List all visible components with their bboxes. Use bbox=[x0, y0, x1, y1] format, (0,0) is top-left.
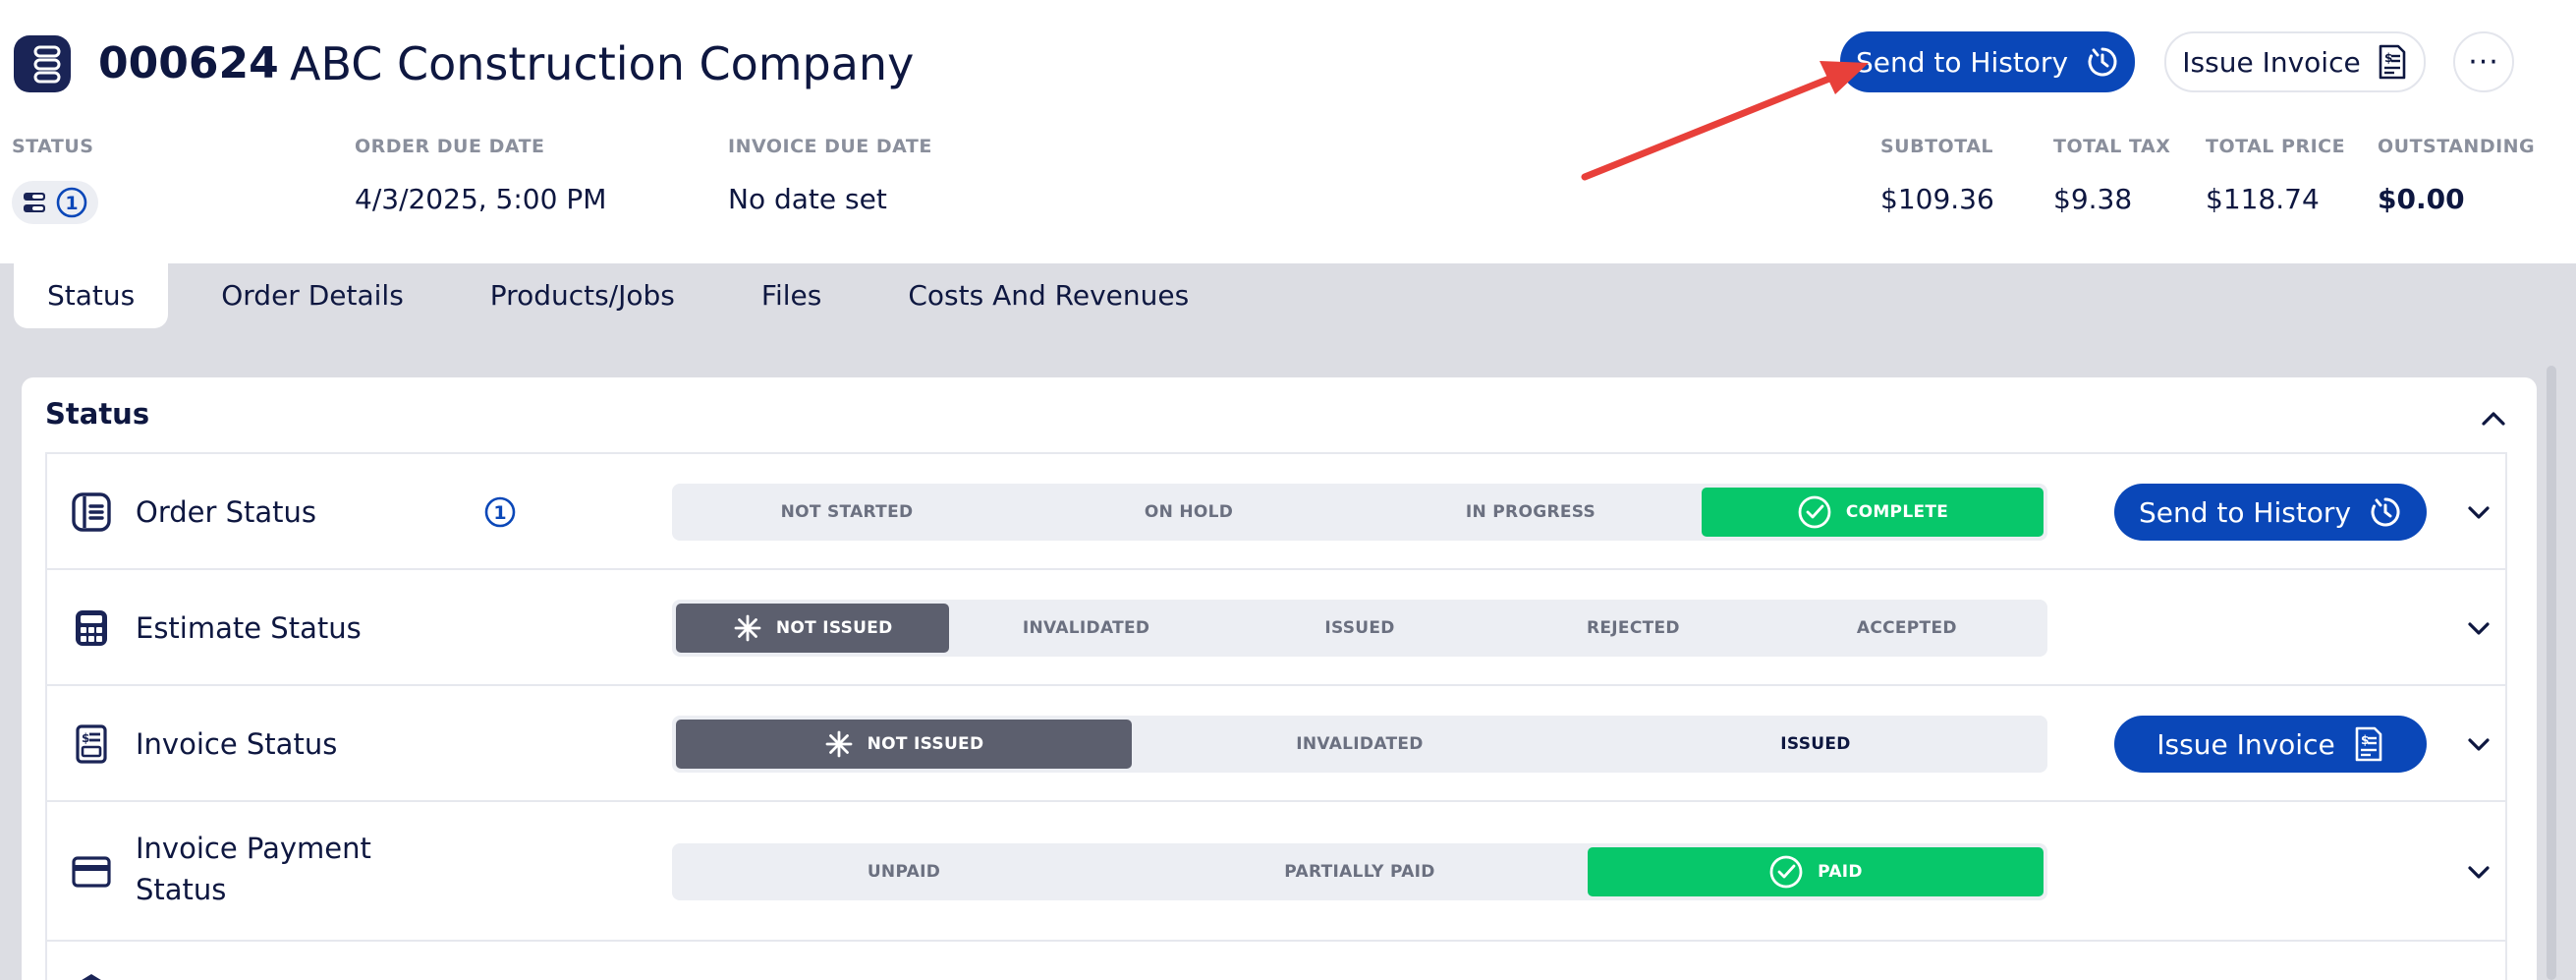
segment-rejected[interactable]: REJECTED bbox=[1496, 604, 1769, 653]
segment-not-issued[interactable]: NOT ISSUED bbox=[676, 720, 1132, 769]
chevron-down-icon[interactable] bbox=[2462, 611, 2495, 645]
segment-not-started[interactable]: NOT STARTED bbox=[676, 488, 1018, 537]
asterisk-icon bbox=[825, 730, 853, 758]
scrollbar[interactable] bbox=[2547, 366, 2556, 980]
segment-on-hold[interactable]: ON HOLD bbox=[1018, 488, 1360, 537]
chevron-down-icon[interactable] bbox=[2462, 727, 2495, 761]
svg-text:$: $ bbox=[2361, 733, 2369, 747]
calculator-icon bbox=[76, 610, 107, 646]
estimate-status-segmented-control: NOT ISSUED INVALIDATED ISSUED REJECTED A… bbox=[672, 600, 2047, 657]
invoice-payment-status-row: Invoice Payment Status UNPAID PARTIALLY … bbox=[45, 800, 2507, 940]
order-status-count-badge: 1 bbox=[484, 496, 516, 528]
tab-products-jobs[interactable]: Products/Jobs bbox=[457, 261, 708, 328]
segment-in-progress[interactable]: IN PROGRESS bbox=[1360, 488, 1702, 537]
status-card-title: Status bbox=[45, 397, 150, 431]
issue-invoice-row-button[interactable]: Issue Invoice $ bbox=[2114, 716, 2427, 773]
annotation-arrow bbox=[1581, 61, 1869, 181]
check-circle-icon bbox=[1798, 495, 1831, 529]
chevron-up-icon[interactable] bbox=[2476, 401, 2511, 436]
segment-complete[interactable]: COMPLETE bbox=[1702, 488, 2044, 537]
invoice-icon: $ bbox=[76, 724, 107, 764]
check-circle-icon bbox=[1769, 855, 1803, 889]
invoice-status-row: $ Invoice Status NOT ISSUED INVALIDATED … bbox=[45, 684, 2507, 800]
next-status-row bbox=[45, 940, 2507, 980]
invoice-status-title: Invoice Status bbox=[136, 727, 338, 761]
send-to-history-row-label: Send to History bbox=[2138, 495, 2352, 529]
issue-invoice-row-label: Issue Invoice bbox=[2156, 727, 2335, 761]
segment-not-issued[interactable]: NOT ISSUED bbox=[676, 604, 950, 653]
invoice-payment-status-title-line2: Status bbox=[136, 873, 227, 906]
tab-costs-and-revenues[interactable]: Costs And Revenues bbox=[874, 261, 1222, 328]
order-status-row: Order Status 1 NOT STARTED ON HOLD IN PR… bbox=[45, 452, 2507, 568]
svg-text:1: 1 bbox=[493, 502, 506, 524]
chevron-down-icon[interactable] bbox=[2462, 495, 2495, 529]
order-status-title: Order Status bbox=[136, 495, 317, 529]
invoice-payment-status-title-line1: Invoice Payment bbox=[136, 832, 371, 865]
segment-paid[interactable]: PAID bbox=[1588, 847, 2044, 896]
chevron-down-icon[interactable] bbox=[2462, 855, 2495, 889]
credit-card-icon bbox=[72, 856, 111, 888]
segment-unpaid[interactable]: UNPAID bbox=[676, 847, 1132, 896]
asterisk-icon bbox=[734, 614, 761, 642]
estimate-status-title: Estimate Status bbox=[136, 611, 362, 645]
segment-issued[interactable]: ISSUED bbox=[1588, 720, 2044, 769]
tab-bar: Status Order Details Products/Jobs Files… bbox=[14, 261, 1242, 328]
order-status-icon bbox=[72, 492, 111, 532]
invoice-status-segmented-control: NOT ISSUED INVALIDATED ISSUED bbox=[672, 716, 2047, 773]
svg-text:$: $ bbox=[82, 731, 89, 745]
tab-files[interactable]: Files bbox=[728, 261, 855, 328]
history-icon bbox=[2371, 497, 2400, 527]
estimate-status-row: Estimate Status NOT ISSUED INVALIDATED I… bbox=[45, 568, 2507, 684]
segment-issued[interactable]: ISSUED bbox=[1223, 604, 1496, 653]
partial-row-icon bbox=[82, 974, 101, 980]
segment-accepted[interactable]: ACCEPTED bbox=[1770, 604, 2044, 653]
segment-invalidated[interactable]: INVALIDATED bbox=[1132, 720, 1588, 769]
segment-invalidated[interactable]: INVALIDATED bbox=[949, 604, 1222, 653]
order-status-segmented-control: NOT STARTED ON HOLD IN PROGRESS COMPLETE bbox=[672, 484, 2047, 541]
send-to-history-row-button[interactable]: Send to History bbox=[2114, 484, 2427, 541]
invoice-payment-segmented-control: UNPAID PARTIALLY PAID PAID bbox=[672, 843, 2047, 900]
segment-partially-paid[interactable]: PARTIALLY PAID bbox=[1132, 847, 1588, 896]
status-card: Status Order Status 1 NOT STARTED ON HOL… bbox=[22, 377, 2537, 980]
tab-order-details[interactable]: Order Details bbox=[188, 261, 437, 328]
tab-status[interactable]: Status bbox=[14, 261, 169, 328]
invoice-icon: $ bbox=[2355, 726, 2382, 762]
